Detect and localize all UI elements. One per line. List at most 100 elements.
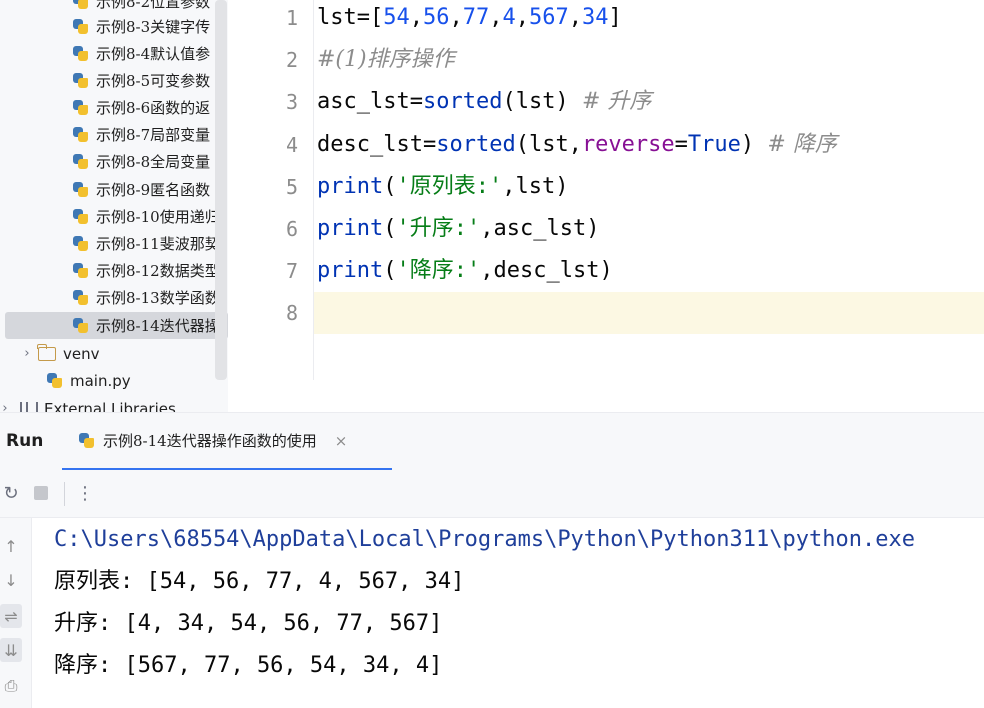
console-line-interpreter: C:\Users\68554\AppData\Local\Programs\Py… <box>54 527 915 552</box>
code-token: , <box>568 5 582 30</box>
code-line-5[interactable]: print('原列表:',lst) <box>317 166 568 208</box>
tree-file-item[interactable]: 示例8-5可变参数 <box>0 67 228 94</box>
close-icon[interactable]: × <box>335 432 348 450</box>
code-line-2[interactable]: #(1)排序操作 <box>317 39 455 81</box>
code-line-3[interactable]: asc_lst=sorted(lst) # 升序 <box>317 81 651 123</box>
code-number: 4 <box>502 5 516 30</box>
line-number: 6 <box>285 217 298 241</box>
run-toolbar: ↻ ⋮ <box>0 470 984 518</box>
python-file-icon <box>72 126 89 143</box>
arrow-up-icon[interactable]: ↑ <box>0 534 22 558</box>
console-line-original: 原列表: [54, 56, 77, 4, 567, 34] <box>54 569 465 594</box>
run-tool-header: Run 示例8-14迭代器操作函数的使用 × <box>0 412 984 471</box>
tree-file-label: main.py <box>70 371 131 390</box>
python-file-icon <box>72 317 89 334</box>
python-file-icon <box>72 0 89 10</box>
code-token: (lst, <box>515 132 582 157</box>
code-param: reverse <box>581 132 675 157</box>
tree-file-label: 示例8-3关键字传 <box>96 18 211 36</box>
code-token: ,desc_lst) <box>480 258 613 283</box>
line-number: 2 <box>285 48 298 72</box>
tree-external-libraries[interactable]: › External Libraries <box>0 395 228 412</box>
tree-folder-label: venv <box>63 344 100 363</box>
code-token: , <box>409 5 423 30</box>
code-function: print <box>317 216 384 241</box>
line-number: 3 <box>285 90 298 114</box>
tree-file-item[interactable]: 示例8-12数据类型 <box>0 257 228 284</box>
python-file-icon <box>72 18 89 35</box>
more-options-icon[interactable]: ⋮ <box>74 482 96 504</box>
tree-file-label: 示例8-14迭代器操 <box>96 317 220 335</box>
code-string: '原列表:' <box>396 174 503 199</box>
code-function: sorted <box>436 132 516 157</box>
code-line-6[interactable]: print('升序:',asc_lst) <box>317 208 599 250</box>
python-file-icon <box>72 262 89 279</box>
code-line-1[interactable]: lst=[54,56,77,4,567,34] <box>317 0 622 39</box>
rerun-icon[interactable]: ↻ <box>0 482 22 504</box>
tree-file-label: 示例8-13数学函数 <box>96 289 220 307</box>
run-tab[interactable]: 示例8-14迭代器操作函数的使用 × <box>62 413 392 471</box>
tree-file-label: 示例8-9匿名函数 <box>96 181 211 199</box>
console-line-desc: 降序: [567, 77, 56, 54, 34, 4] <box>54 653 443 678</box>
code-number: 54 <box>383 5 410 30</box>
tree-file-label: 示例8-6函数的返 <box>96 99 211 117</box>
tree-file-item[interactable]: 示例8-11斐波那契 <box>0 230 228 257</box>
python-file-icon <box>72 45 89 62</box>
code-token: , <box>449 5 463 30</box>
scroll-to-end-icon[interactable]: ⇊ <box>0 638 22 662</box>
toolbar-divider <box>64 482 65 506</box>
code-function: sorted <box>422 89 503 114</box>
python-file-icon <box>72 208 89 225</box>
tree-file-item[interactable]: 示例8-13数学函数 <box>0 284 228 311</box>
code-comment: # 降序 <box>767 132 837 157</box>
tree-file-item[interactable]: 示例8-10使用递归 <box>0 203 228 230</box>
tree-file-item[interactable]: 示例8-3关键字传 <box>0 13 228 40</box>
chevron-right-icon[interactable]: › <box>0 401 10 412</box>
python-file-icon <box>78 432 95 449</box>
project-tree: 示例8-2位置参数 示例8-3关键字传 示例8-4默认值参 示例8-5可变参数 … <box>0 0 228 412</box>
python-file-icon <box>72 289 89 306</box>
code-line-7[interactable]: print('降序:',desc_lst) <box>317 250 613 292</box>
tree-file-item[interactable]: 示例8-6函数的返 <box>0 94 228 121</box>
chevron-right-icon[interactable]: › <box>20 346 34 361</box>
tree-file-item-selected[interactable]: 示例8-14迭代器操 <box>5 312 228 339</box>
tree-external-label: External Libraries <box>44 399 176 413</box>
python-file-icon <box>72 72 89 89</box>
code-token: desc_lst= <box>317 132 437 157</box>
run-panel-title: Run <box>6 431 44 451</box>
tree-folder-venv[interactable]: › venv <box>0 340 228 367</box>
code-number: 34 <box>581 5 609 30</box>
console-line-asc: 升序: [4, 34, 54, 56, 77, 567] <box>54 611 443 636</box>
code-token: ( <box>383 258 397 283</box>
code-editor[interactable]: lst=[54,56,77,4,567,34] #(1)排序操作 asc_lst… <box>315 0 984 380</box>
code-function: print <box>317 258 384 283</box>
line-number: 8 <box>285 301 298 325</box>
tree-file-item[interactable]: 示例8-7局部变量 <box>0 121 228 148</box>
code-token: ( <box>383 216 397 241</box>
folder-icon <box>37 343 56 361</box>
print-icon[interactable]: ⎙ <box>0 674 22 698</box>
tree-scrollbar[interactable] <box>215 0 227 380</box>
code-token: lst=[ <box>317 5 384 30</box>
editor-bottom-area <box>228 380 984 412</box>
code-token: ] <box>608 5 622 30</box>
line-number: 4 <box>285 133 298 157</box>
line-number: 1 <box>285 6 298 30</box>
code-number: 77 <box>462 5 490 30</box>
tree-file-item[interactable]: 示例8-9匿名函数 <box>0 176 228 203</box>
stop-icon[interactable] <box>30 482 52 504</box>
code-string: '降序:' <box>396 258 481 283</box>
tree-file-item[interactable]: 示例8-4默认值参 <box>0 40 228 67</box>
tree-file-label: 示例8-5可变参数 <box>96 72 211 90</box>
arrow-down-icon[interactable]: ↓ <box>0 568 22 592</box>
tree-file-label: 示例8-7局部变量 <box>96 126 211 144</box>
console-output[interactable]: C:\Users\68554\AppData\Local\Programs\Py… <box>32 518 984 708</box>
tree-file-main[interactable]: main.py <box>0 367 228 394</box>
tree-file-item[interactable]: 示例8-8全局变量 <box>0 148 228 175</box>
soft-wrap-icon[interactable]: ⇌ <box>0 604 22 628</box>
code-token: ,lst) <box>502 174 569 199</box>
python-file-icon <box>72 181 89 198</box>
code-token: , <box>515 5 529 30</box>
tree-file-label: 示例8-11斐波那契 <box>96 235 220 253</box>
code-line-4[interactable]: desc_lst=sorted(lst,reverse=True) # 降序 <box>317 124 837 166</box>
